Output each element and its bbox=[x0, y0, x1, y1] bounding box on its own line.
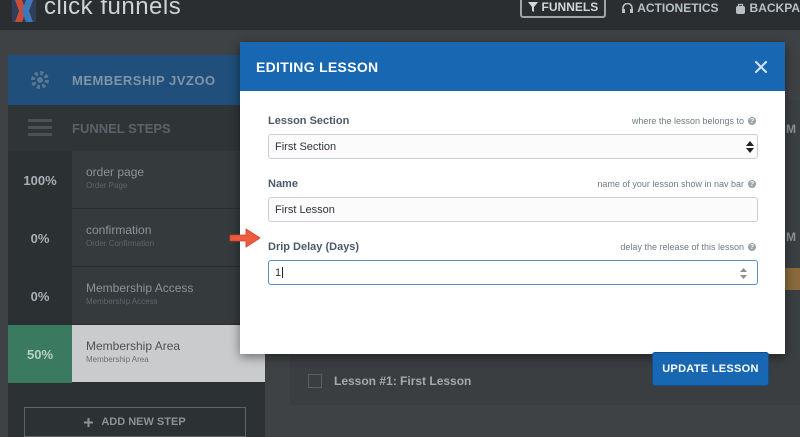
funnel-steps-header: FUNNEL STEPS bbox=[8, 105, 265, 151]
drip-delay-hint-text: delay the release of this lesson bbox=[620, 242, 744, 252]
drip-delay-field: Drip Delay (Days) delay the release of t… bbox=[268, 241, 758, 285]
step-name: order page bbox=[86, 165, 145, 179]
hamburger-icon bbox=[8, 119, 72, 137]
modal-header: EDITING LESSON bbox=[240, 42, 785, 91]
funnel-step-active[interactable]: 50% Membership Area Membership Area bbox=[8, 325, 265, 383]
funnel-step[interactable]: 100% order page Order Page bbox=[8, 151, 265, 209]
funnel-title: MEMBERSHIP JVZOO bbox=[72, 72, 216, 88]
annotation-arrow-icon bbox=[229, 228, 261, 248]
add-new-step-button[interactable]: ADD NEW STEP bbox=[24, 407, 246, 437]
right-edge-button[interactable] bbox=[784, 268, 800, 290]
lesson-checkbox[interactable] bbox=[308, 374, 322, 388]
name-hint-text: name of your lesson show in nav bar bbox=[597, 179, 744, 189]
step-info: order page Order Page bbox=[72, 151, 265, 209]
lesson-title: Lesson #1: First Lesson bbox=[334, 374, 472, 388]
step-name: Membership Area bbox=[86, 339, 181, 353]
modal-title: EDITING LESSON bbox=[256, 58, 379, 75]
help-icon[interactable]: ? bbox=[748, 117, 756, 125]
select-arrows-icon bbox=[746, 141, 754, 153]
update-lesson-button[interactable]: UPDATE LESSON bbox=[652, 352, 769, 386]
help-icon[interactable]: ? bbox=[748, 180, 756, 188]
close-icon[interactable] bbox=[753, 59, 769, 75]
right-edge-text: M bbox=[786, 122, 796, 136]
step-percent: 50% bbox=[8, 325, 72, 383]
step-info: Membership Area Membership Area bbox=[72, 325, 265, 383]
step-subtitle: Membership Access bbox=[86, 297, 158, 306]
lesson-section-select[interactable]: First Section bbox=[268, 134, 758, 159]
drip-delay-value: 1 bbox=[275, 266, 282, 279]
nav-backpack[interactable]: BACKPA bbox=[735, 0, 800, 16]
funnel-steps-title: FUNNEL STEPS bbox=[72, 120, 171, 136]
add-new-step-label: ADD NEW STEP bbox=[101, 416, 186, 428]
funnel-step[interactable]: 0% confirmation Order Confirmation bbox=[8, 209, 265, 267]
right-edge-text: M bbox=[786, 230, 796, 244]
funnel-sidebar: MEMBERSHIP JVZOO FUNNEL STEPS 100% order… bbox=[8, 55, 265, 437]
headset-icon bbox=[622, 2, 634, 13]
logo-icon bbox=[12, 0, 36, 22]
step-subtitle: Order Page bbox=[86, 181, 128, 190]
lesson-section-field: Lesson Section where the lesson belongs … bbox=[268, 115, 758, 159]
drip-delay-hint: delay the release of this lesson ? bbox=[620, 242, 756, 252]
nav-backpack-label: BACKPA bbox=[749, 1, 800, 15]
step-percent: 0% bbox=[8, 267, 72, 325]
step-percent: 0% bbox=[8, 209, 72, 267]
lesson-section-value: First Section bbox=[275, 140, 337, 153]
text-caret bbox=[282, 267, 284, 278]
backpack-icon bbox=[735, 3, 745, 14]
lesson-row[interactable]: Lesson #1: First Lesson bbox=[308, 374, 471, 388]
funnel-header: MEMBERSHIP JVZOO bbox=[8, 55, 265, 105]
top-navbar: click funnels FUNNELS ACTIONETICS BACKPA bbox=[0, 0, 800, 31]
nav-funnels-label: FUNNELS bbox=[541, 0, 599, 14]
plus-icon bbox=[84, 417, 94, 427]
logo-text: click funnels bbox=[44, 0, 182, 20]
editing-lesson-modal: EDITING LESSON Lesson Section where the … bbox=[240, 42, 785, 386]
nav-funnels[interactable]: FUNNELS bbox=[519, 0, 607, 18]
number-spinner-icon[interactable] bbox=[740, 268, 747, 279]
step-percent: 100% bbox=[8, 151, 72, 209]
step-subtitle: Membership Area bbox=[86, 355, 149, 364]
name-input-value: First Lesson bbox=[275, 203, 335, 216]
name-hint: name of your lesson show in nav bar ? bbox=[597, 179, 756, 189]
clickfunnels-logo[interactable]: click funnels bbox=[12, 0, 181, 22]
top-nav: FUNNELS ACTIONETICS BACKPA bbox=[519, 0, 800, 22]
funnel-step[interactable]: 0% Membership Access Membership Access bbox=[8, 267, 265, 325]
help-icon[interactable]: ? bbox=[748, 243, 756, 251]
right-panel-edge: M M bbox=[784, 100, 800, 360]
step-info: Membership Access Membership Access bbox=[72, 267, 265, 325]
step-name: Membership Access bbox=[86, 281, 194, 295]
lesson-section-hint-text: where the lesson belongs to bbox=[631, 116, 744, 126]
drip-delay-input[interactable]: 1 bbox=[268, 260, 758, 285]
nav-actionetics[interactable]: ACTIONETICS bbox=[622, 0, 719, 16]
filter-icon bbox=[527, 2, 538, 12]
name-field: Name name of your lesson show in nav bar… bbox=[268, 178, 758, 222]
nav-actionetics-label: ACTIONETICS bbox=[637, 1, 719, 15]
lesson-section-hint: where the lesson belongs to ? bbox=[632, 116, 756, 126]
gear-icon[interactable] bbox=[8, 55, 72, 105]
name-input[interactable]: First Lesson bbox=[268, 197, 758, 222]
